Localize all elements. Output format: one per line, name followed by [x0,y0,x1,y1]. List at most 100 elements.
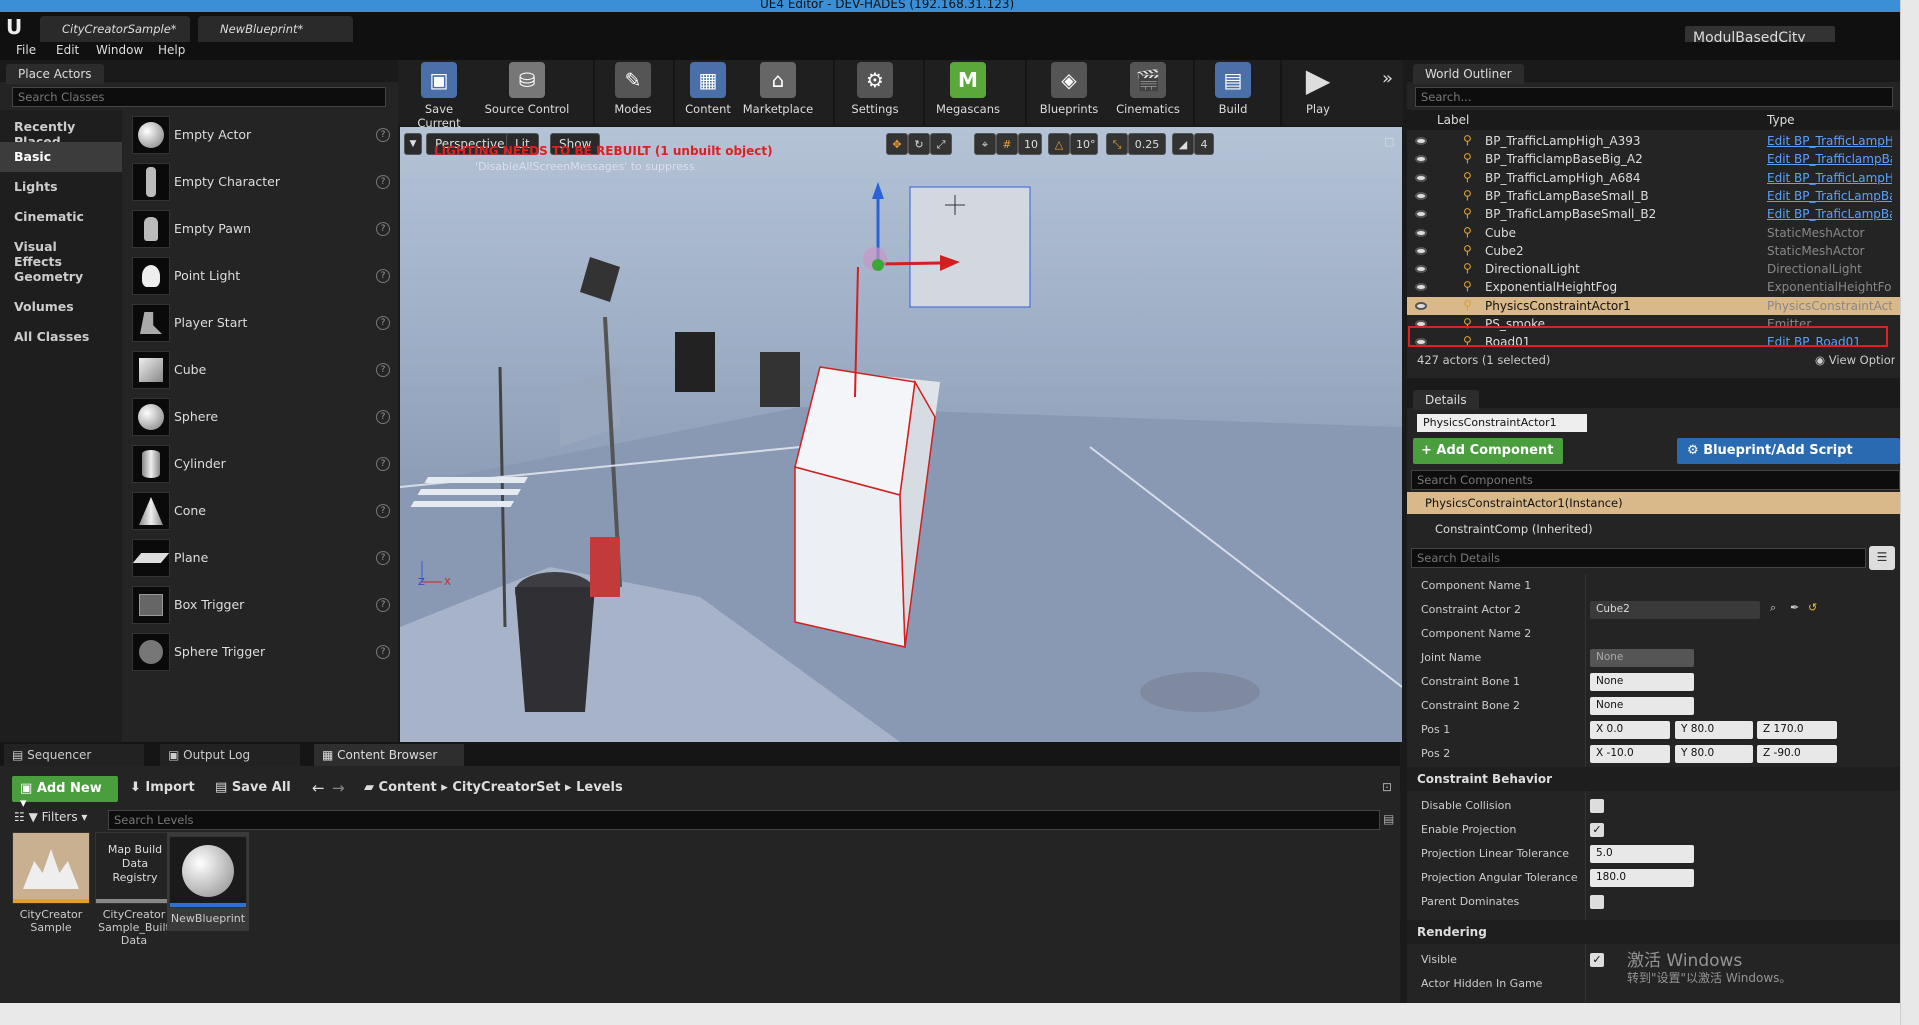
asset-tile-selected[interactable]: NewBlueprint [167,832,249,931]
outliner-row-type[interactable]: Edit BP_TrafficLampH [1767,171,1892,185]
pos1-z-field[interactable]: Z 170.0 [1757,721,1837,739]
pos2-x-field[interactable]: X -10.0 [1590,745,1670,763]
parent-dominates-checkbox[interactable] [1590,895,1604,909]
settings-button[interactable]: ⚙ Settings [840,62,910,122]
angular-tolerance-field[interactable]: 180.0 [1590,869,1694,887]
help-icon[interactable]: ? [376,128,390,142]
help-icon[interactable]: ? [376,316,390,330]
category-volumes[interactable]: Volumes [0,292,122,322]
cinematics-button[interactable]: 🎬 Cinematics [1108,62,1188,122]
visibility-eye-icon[interactable] [1415,301,1427,310]
help-icon[interactable]: ? [376,175,390,189]
visibility-eye-icon[interactable] [1415,320,1427,328]
outliner-row-type[interactable]: Edit BP_TrafficLampH [1767,134,1892,148]
inherited-component-row[interactable]: ConstraintComp (Inherited) [1435,522,1593,536]
category-lights[interactable]: Lights [0,172,122,202]
outliner-row-type[interactable]: Edit BP_Road01 [1767,335,1892,346]
actor-item[interactable]: Point Light? [126,253,398,299]
actor-item[interactable]: Box Trigger? [126,582,398,628]
tab-content-browser[interactable]: ▦ Content Browser [314,744,464,766]
blueprints-button[interactable]: ◈ Blueprints [1032,62,1106,122]
actor-item[interactable]: Cone? [126,488,398,534]
visibility-eye-icon[interactable] [1415,228,1427,237]
tab-output-log[interactable]: ▣ Output Log [160,744,300,766]
rotate-mode-icon[interactable]: ↻ [908,133,930,155]
list-view-icon[interactable]: ☰ [1869,546,1895,570]
doc-tab-blueprint[interactable]: NewBlueprint* [198,16,353,42]
help-icon[interactable]: ? [376,551,390,565]
menu-file[interactable]: File [8,42,44,58]
marketplace-button[interactable]: ⌂ Marketplace [738,62,818,122]
actor-item[interactable]: Player Start? [126,300,398,346]
actor-item[interactable]: Empty Pawn? [126,206,398,252]
add-component-button[interactable]: + Add Component [1413,438,1563,464]
viewport-options-chevron-icon[interactable]: ▼ [404,133,422,155]
outliner-row[interactable]: ⚲ PhysicsConstraintActor1 PhysicsConstrain… [1407,296,1900,315]
outliner-row[interactable]: ⚲ BP_TrafficlampBaseBig_A2 Edit BP_Traffic… [1407,150,1900,168]
visibility-eye-icon[interactable] [1415,137,1427,145]
visibility-eye-icon[interactable] [1415,173,1427,182]
search-icon[interactable]: ⌕ [1770,601,1776,615]
outliner-row-type[interactable]: Edit BP_TrafficlampBa [1767,152,1892,166]
outliner-row[interactable]: ⚲ PS_smoke Emitter [1407,315,1900,333]
translate-mode-icon[interactable]: ✥ [886,133,908,155]
outliner-search-input[interactable]: Search... [1415,87,1893,107]
reset-icon[interactable]: ↺ [1808,601,1817,614]
breadcrumb-levels[interactable]: Levels [576,780,623,795]
outliner-row[interactable]: ⚲ Road01 Edit BP_Road01 [1407,333,1900,346]
picker-icon[interactable]: ✒ [1790,601,1799,614]
outliner-row-type[interactable]: Edit BP_TraficLampBa [1767,189,1892,203]
add-new-button[interactable]: ▣ Add New ▾ [12,776,118,811]
help-icon[interactable]: ? [376,598,390,612]
search-levels-input[interactable]: Search Levels [108,810,1380,830]
constraint-bone2-field[interactable]: None [1590,697,1694,715]
label-column[interactable]: Label [1437,113,1469,127]
constraint-bone1-field[interactable]: None [1590,673,1694,691]
forward-arrow-icon[interactable]: → [332,779,345,797]
toolbar-expand-icon[interactable]: » [1382,68,1393,89]
play-button[interactable]: ▶ Play [1283,61,1353,122]
asset-tile[interactable]: Map Build Data Registry CityCreator Samp… [95,832,173,947]
megascans-button[interactable]: M Megascans [928,62,1008,122]
level-viewport[interactable]: Z X ▼ Perspective Lit Show LIGHTING NEED… [400,127,1402,742]
disable-collision-checkbox[interactable] [1590,799,1604,813]
outliner-row[interactable]: ⚲ Cube StaticMeshActor [1407,224,1900,242]
visibility-eye-icon[interactable] [1415,191,1427,200]
pos2-z-field[interactable]: Z -90.0 [1757,745,1837,763]
camera-speed-icon[interactable]: ◢ [1172,133,1194,155]
search-components-input[interactable]: Search Components [1411,470,1900,490]
modes-button[interactable]: ✎ Modes [603,62,663,122]
lock-icon[interactable]: ⊡ [1382,780,1392,794]
actor-item[interactable]: Cylinder? [126,441,398,487]
breadcrumb-content[interactable]: Content [379,780,437,795]
save-all-button[interactable]: ▤ Save All [215,780,291,795]
outliner-row[interactable]: ⚲ BP_TrafficLampHigh_A684 Edit BP_TrafficL… [1407,169,1900,187]
help-icon[interactable]: ? [376,269,390,283]
horizontal-scrollbar[interactable] [0,1003,1900,1025]
back-arrow-icon[interactable]: ← [312,779,325,797]
build-button[interactable]: ▤ Build [1198,62,1268,122]
visibility-eye-icon[interactable] [1415,265,1427,274]
save-current-button[interactable]: ▣ Save Current [404,62,474,130]
menu-help[interactable]: Help [150,42,193,58]
type-column[interactable]: Type [1767,113,1795,127]
world-outliner-tab[interactable]: World Outliner [1413,64,1524,84]
enable-projection-checkbox[interactable]: ✓ [1590,823,1604,837]
category-cinematic[interactable]: Cinematic [0,202,122,232]
help-icon[interactable]: ? [376,504,390,518]
constraint-actor-dropdown[interactable]: Cube2 [1590,601,1760,619]
menu-window[interactable]: Window [88,42,151,58]
scale-snap-icon[interactable]: ⤡ [1106,133,1128,155]
outliner-row[interactable]: ⚲ Cube2 StaticMeshActor [1407,242,1900,260]
visibility-eye-icon[interactable] [1415,155,1427,164]
help-icon[interactable]: ? [376,457,390,471]
help-icon[interactable]: ? [376,363,390,377]
visibility-eye-icon[interactable] [1415,246,1427,255]
content-button[interactable]: ▦ Content [680,62,736,122]
category-all-classes[interactable]: All Classes [0,322,122,352]
save-search-icon[interactable]: ▤ [1383,812,1394,826]
actor-item[interactable]: Empty Character? [126,159,398,205]
actor-name-field[interactable]: PhysicsConstraintActor1 [1417,414,1587,432]
outliner-row-type[interactable]: Edit BP_TraficLampBa [1767,207,1892,221]
tab-sequencer[interactable]: ▤ Sequencer [4,744,144,766]
